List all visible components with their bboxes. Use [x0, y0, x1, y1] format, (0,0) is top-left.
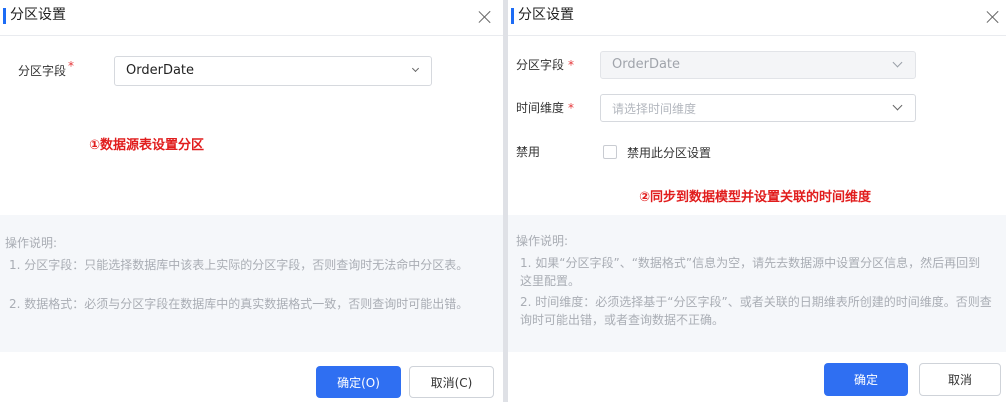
- partition-field-select[interactable]: OrderDate: [114, 56, 432, 86]
- chevron-down-icon: [892, 100, 903, 111]
- title-accent-bar: [511, 8, 514, 24]
- cancel-button[interactable]: 取消(C): [409, 366, 494, 398]
- partition-field-label: 分区字段 *: [18, 59, 75, 78]
- partition-field-value: OrderDate: [612, 57, 681, 72]
- close-icon[interactable]: [478, 10, 492, 24]
- partition-settings-dialog-right: 分区设置 分区字段 * OrderDate 时间维度 * 请选择时间维度 禁用 禁用…: [508, 0, 1006, 402]
- partition-field-select: OrderDate: [600, 51, 916, 79]
- dialog-title: 分区设置: [10, 7, 66, 23]
- instructions-panel: 操作说明: 1. 如果“分区字段”、“数据格式”信息为空，请先去数据源中设置分区…: [508, 215, 1006, 352]
- title-accent-bar: [3, 8, 6, 24]
- annotation-step-2: ②同步到数据模型并设置关联的时间维度: [639, 190, 872, 205]
- ok-button[interactable]: 确定(O): [316, 366, 401, 398]
- disable-label: 禁用: [516, 145, 541, 159]
- annotation-step-1: ①数据源表设置分区: [89, 138, 205, 153]
- disable-checkbox[interactable]: [603, 145, 617, 159]
- instruction-item-1: 1. 分区字段：只能选择数据库中该表上实际的分区字段，否则查询时无法命中分区表。: [9, 258, 469, 272]
- ok-button[interactable]: 确定: [824, 363, 908, 396]
- time-dimension-label: 时间维度 *: [516, 101, 575, 115]
- time-dimension-select[interactable]: 请选择时间维度: [600, 94, 916, 122]
- chevron-down-icon: [411, 64, 420, 73]
- instructions-panel: 操作说明: 1. 分区字段：只能选择数据库中该表上实际的分区字段，否则查询时无法…: [0, 215, 504, 352]
- required-mark: *: [568, 101, 575, 115]
- partition-field-value: OrderDate: [126, 63, 195, 78]
- chevron-down-icon: [892, 57, 903, 68]
- cancel-button[interactable]: 取消: [919, 363, 1001, 396]
- instruction-item-2: 2. 数据格式：必须与分区字段在数据库中的真实数据格式一致，否则查询时可能出错。: [9, 297, 469, 311]
- instruction-item-1: 1. 如果“分区字段”、“数据格式”信息为空，请先去数据源中设置分区信息，然后再…: [520, 256, 981, 288]
- disable-checkbox-label[interactable]: 禁用此分区设置: [627, 145, 711, 161]
- required-mark: *: [68, 59, 75, 73]
- instructions-title: 操作说明:: [5, 236, 58, 250]
- partition-settings-dialog-left: 分区设置 分区字段 * OrderDate ①数据源表设置分区 操作说明: 1. …: [0, 0, 504, 402]
- dialog-title: 分区设置: [518, 7, 574, 23]
- required-mark: *: [568, 58, 575, 72]
- time-dimension-placeholder: 请选择时间维度: [612, 102, 697, 116]
- partition-field-label: 分区字段 *: [516, 58, 575, 72]
- dialog-header: 分区设置: [508, 0, 1006, 36]
- instruction-item-2: 2. 时间维度：必须选择基于“分区字段”、或者关联的日期维表所创建的时间维度。否…: [520, 295, 992, 327]
- close-icon[interactable]: [986, 10, 1000, 24]
- dialog-header: 分区设置: [0, 0, 504, 36]
- instructions-title: 操作说明:: [516, 234, 569, 248]
